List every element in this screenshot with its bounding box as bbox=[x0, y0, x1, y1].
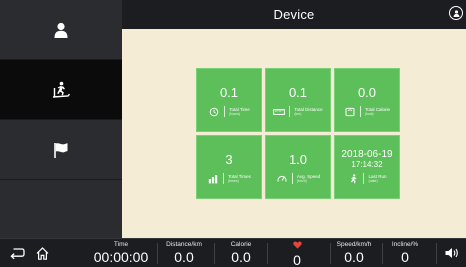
card-value: 1.0 bbox=[288, 152, 308, 167]
heart-icon bbox=[292, 241, 302, 252]
volume-icon[interactable] bbox=[443, 244, 461, 262]
scale-icon bbox=[344, 107, 356, 117]
card-unit: (date) bbox=[368, 178, 378, 183]
card-value: 0.1 bbox=[219, 85, 239, 100]
card-subvalue: 17:14:32 bbox=[351, 160, 383, 169]
metric-incline-value: 0 bbox=[401, 249, 409, 265]
metric-speed: Speed/km/h 0.0 bbox=[336, 241, 372, 265]
card-unit: (kcal) bbox=[364, 111, 374, 116]
account-icon[interactable] bbox=[449, 6, 463, 20]
card-value: 0.1 bbox=[288, 85, 308, 100]
metric-heart-rate: 0 bbox=[268, 241, 326, 267]
stat-card-avg-speed[interactable]: 1.0 Avg. Speed (km/h) bbox=[265, 135, 331, 199]
sidebar-item-user[interactable] bbox=[0, 0, 122, 60]
metric-incline: Incline/% 0 bbox=[391, 241, 419, 265]
stat-card-last-run[interactable]: 2018-06-19 17:14:32 Last Run (date) bbox=[334, 135, 400, 199]
sidebar-item-flag[interactable] bbox=[0, 120, 122, 180]
app-window: Device 0.1 Total Time (hours) 0.1 Total … bbox=[0, 0, 466, 267]
clock-icon bbox=[208, 107, 220, 117]
card-value: 2018-06-19 bbox=[341, 149, 393, 160]
user-icon bbox=[52, 21, 70, 39]
runner-icon bbox=[347, 173, 359, 184]
sidebar-item-treadmill[interactable] bbox=[0, 60, 122, 120]
stat-card-total-time[interactable]: 0.1 Total Time (hours) bbox=[196, 68, 262, 132]
page-title: Device bbox=[273, 7, 315, 22]
card-unit: (km) bbox=[294, 111, 302, 116]
bottom-status-bar: Time 00:00:00 Distance/km 0.0 Calorie 0.… bbox=[0, 238, 466, 267]
metric-distance: Distance/km 0.0 bbox=[166, 241, 202, 265]
card-unit: (km/h) bbox=[296, 178, 307, 183]
flag-icon bbox=[52, 141, 70, 159]
metric-time: Time 00:00:00 bbox=[93, 241, 149, 265]
back-icon[interactable] bbox=[8, 244, 26, 262]
speedometer-icon bbox=[276, 174, 288, 184]
metric-time-value: 00:00:00 bbox=[93, 249, 149, 265]
sidebar bbox=[0, 0, 122, 238]
card-value: 3 bbox=[225, 152, 233, 167]
metric-calorie: Calorie 0.0 bbox=[230, 241, 252, 265]
card-unit: (hours) bbox=[229, 111, 241, 116]
card-unit: (times) bbox=[228, 178, 239, 183]
main-content: 0.1 Total Time (hours) 0.1 Total Distanc… bbox=[122, 29, 466, 238]
metric-heart-rate-value: 0 bbox=[293, 252, 301, 267]
home-icon[interactable] bbox=[33, 244, 51, 262]
bar-chart-icon bbox=[207, 174, 219, 184]
stats-grid: 0.1 Total Time (hours) 0.1 Total Distanc… bbox=[196, 68, 400, 199]
card-value: 0.0 bbox=[357, 85, 377, 100]
stat-card-total-distance[interactable]: 0.1 Total Distance (km) bbox=[265, 68, 331, 132]
metric-speed-value: 0.0 bbox=[344, 249, 364, 265]
sidebar-empty-area bbox=[0, 180, 122, 238]
metric-calorie-value: 0.0 bbox=[231, 249, 251, 265]
ruler-icon bbox=[273, 107, 286, 117]
header: Device bbox=[122, 0, 466, 29]
treadmill-runner-icon bbox=[51, 81, 71, 99]
stat-card-total-calorie[interactable]: 0.0 Total Calorie (kcal) bbox=[334, 68, 400, 132]
metric-distance-value: 0.0 bbox=[174, 249, 194, 265]
stat-card-total-times[interactable]: 3 Total Times (times) bbox=[196, 135, 262, 199]
